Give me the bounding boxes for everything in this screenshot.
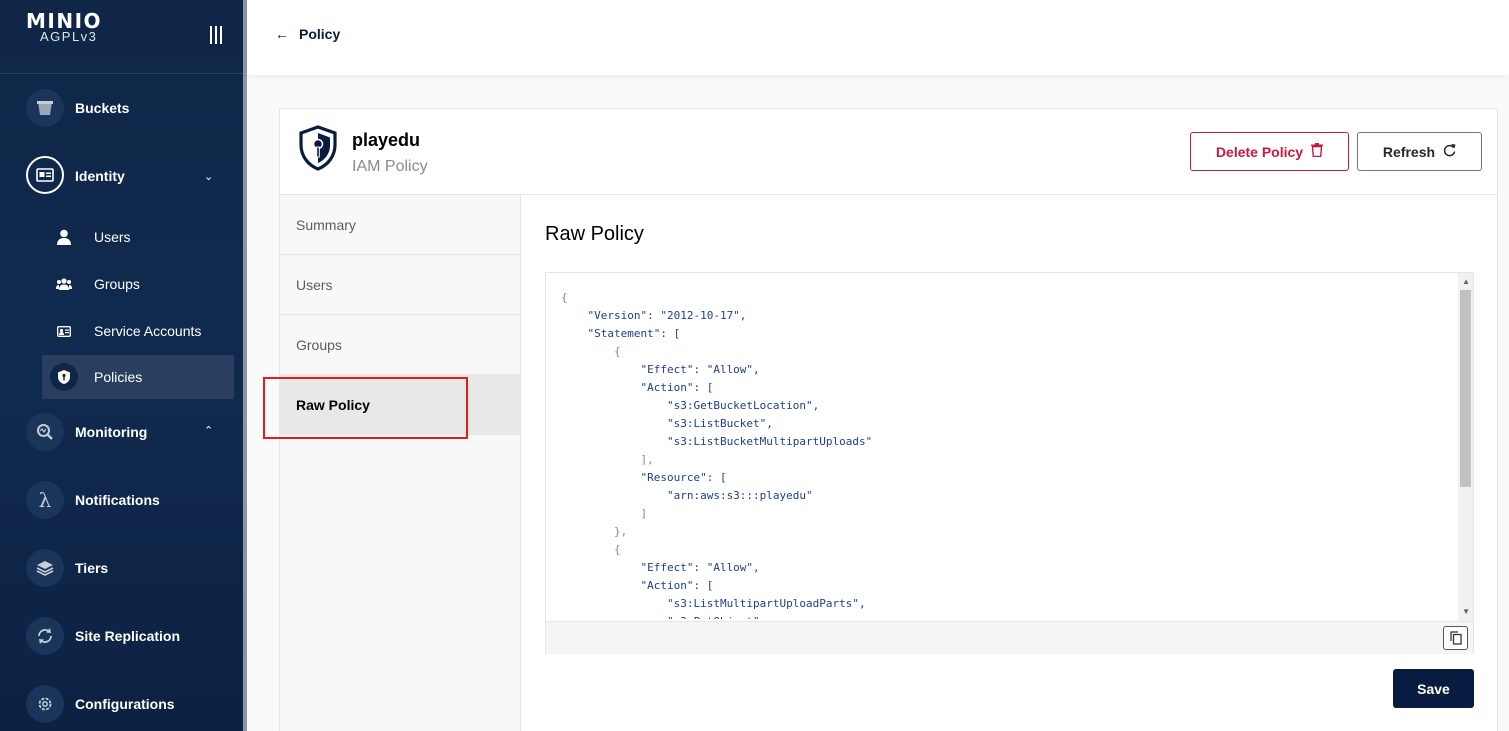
sidebar-item-monitoring[interactable]: Monitoring ⌃ (0, 410, 243, 454)
code-line: { (561, 291, 568, 304)
sidebar: MINIO AGPLv3 Buckets Identity ⌄ Users Gr… (0, 0, 243, 731)
sidebar-item-label: Monitoring (75, 424, 148, 440)
collapse-sidebar-button[interactable] (210, 26, 226, 44)
top-bar: ← Policy (247, 0, 1509, 75)
delete-policy-button[interactable]: Delete Policy (1190, 132, 1349, 171)
sidebar-item-label: Service Accounts (94, 323, 202, 339)
code-line: "Effect": "Allow", (561, 363, 760, 376)
sidebar-edge (243, 0, 247, 731)
user-icon (54, 227, 74, 247)
sidebar-item-label: Policies (94, 369, 143, 385)
sidebar-item-service-accounts[interactable]: Service Accounts (42, 309, 234, 353)
sidebar-item-label: Groups (94, 276, 140, 292)
panel-title: Raw Policy (545, 223, 644, 245)
monitoring-icon (26, 413, 64, 451)
sidebar-item-buckets[interactable]: Buckets (0, 86, 243, 130)
back-link-label: Policy (299, 26, 341, 42)
tab-users[interactable]: Users (280, 255, 521, 315)
code-line: { (561, 543, 621, 556)
code-line: "Resource": [ (561, 471, 727, 484)
code-line: "s3:PutObject", (561, 613, 1456, 619)
scroll-down-icon[interactable]: ▼ (1462, 607, 1470, 616)
policy-header: playedu IAM Policy Delete Policy Refresh (280, 109, 1497, 195)
trash-icon (1311, 143, 1324, 160)
save-button[interactable]: Save (1393, 669, 1474, 708)
sidebar-item-label: Tiers (75, 560, 109, 576)
policy-code[interactable]: { "Version": "2012-10-17", "Statement": … (561, 289, 1456, 619)
tab-summary[interactable]: Summary (280, 195, 521, 255)
policy-tabs: Summary Users Groups Raw Policy (280, 195, 521, 731)
arrow-left-icon: ← (275, 26, 289, 42)
back-to-policy-link[interactable]: ← Policy (275, 26, 340, 42)
sidebar-item-configurations[interactable]: Configurations (0, 682, 243, 726)
scroll-up-icon[interactable]: ▲ (1462, 277, 1470, 286)
refresh-label: Refresh (1382, 143, 1436, 160)
sidebar-item-policies[interactable]: Policies (42, 355, 234, 399)
sidebar-item-label: Identity (75, 168, 125, 184)
sidebar-item-users[interactable]: Users (42, 215, 234, 259)
code-line: "Action": [ (561, 381, 714, 394)
code-line: "Action": [ (561, 579, 714, 592)
code-line: }, (561, 525, 628, 538)
copy-button[interactable] (1443, 626, 1468, 650)
bucket-icon (26, 89, 64, 127)
license-label: AGPLv3 (40, 29, 98, 44)
editor-scrollbar[interactable]: ▲ ▼ (1458, 273, 1473, 621)
code-line: "Effect": "Allow", (561, 561, 760, 574)
sidebar-item-notifications[interactable]: λ Notifications (0, 478, 243, 522)
tab-groups[interactable]: Groups (280, 315, 521, 375)
sidebar-item-site-replication[interactable]: Site Replication (0, 614, 243, 658)
sidebar-item-label: Buckets (75, 100, 130, 116)
site-replication-icon (26, 617, 64, 655)
copy-icon (1449, 631, 1462, 645)
gear-icon (26, 685, 64, 723)
sidebar-item-identity[interactable]: Identity ⌄ (0, 154, 243, 198)
sidebar-item-tiers[interactable]: Tiers (0, 546, 243, 590)
sidebar-item-label: Site Replication (75, 628, 181, 644)
delete-policy-label: Delete Policy (1215, 143, 1304, 160)
sidebar-item-label: Configurations (75, 696, 175, 712)
chevron-up-icon: ⌃ (204, 425, 214, 437)
code-line: "s3:GetBucketLocation", (561, 399, 820, 412)
chevron-down-icon: ⌄ (204, 170, 214, 183)
raw-policy-editor[interactable]: { "Version": "2012-10-17", "Statement": … (545, 272, 1474, 654)
editor-footer (546, 621, 1473, 654)
policy-shield-icon (298, 125, 338, 171)
sidebar-divider (0, 73, 243, 74)
tab-raw-policy[interactable]: Raw Policy (280, 375, 521, 435)
code-line: "s3:ListMultipartUploadParts", (561, 597, 866, 610)
refresh-icon (1443, 143, 1456, 160)
code-line: "Version": "2012-10-17", (561, 309, 747, 322)
policy-name: playedu (352, 130, 421, 150)
scroll-thumb[interactable] (1460, 290, 1471, 487)
policy-shield-icon (50, 363, 78, 391)
code-line: { (561, 345, 621, 358)
sidebar-item-groups[interactable]: Groups (42, 262, 234, 306)
service-account-icon (54, 321, 74, 341)
code-line: "Statement": [ (561, 327, 681, 340)
code-line: "s3:ListBucket", (561, 417, 773, 430)
sidebar-item-label: Users (94, 229, 131, 245)
sidebar-item-label: Notifications (75, 492, 160, 508)
policy-details-card: playedu IAM Policy Delete Policy Refresh… (279, 108, 1498, 731)
code-line: "s3:ListBucketMultipartUploads" (561, 435, 873, 448)
lambda-icon: λ (26, 481, 64, 519)
groups-icon (54, 274, 74, 294)
code-line: "arn:aws:s3:::playedu" (561, 489, 813, 502)
identity-icon (26, 156, 64, 194)
tiers-icon (26, 549, 64, 587)
code-line: ] (561, 507, 648, 520)
policy-type: IAM Policy (352, 158, 428, 175)
refresh-button[interactable]: Refresh (1357, 132, 1482, 171)
code-line: ], (561, 453, 654, 466)
